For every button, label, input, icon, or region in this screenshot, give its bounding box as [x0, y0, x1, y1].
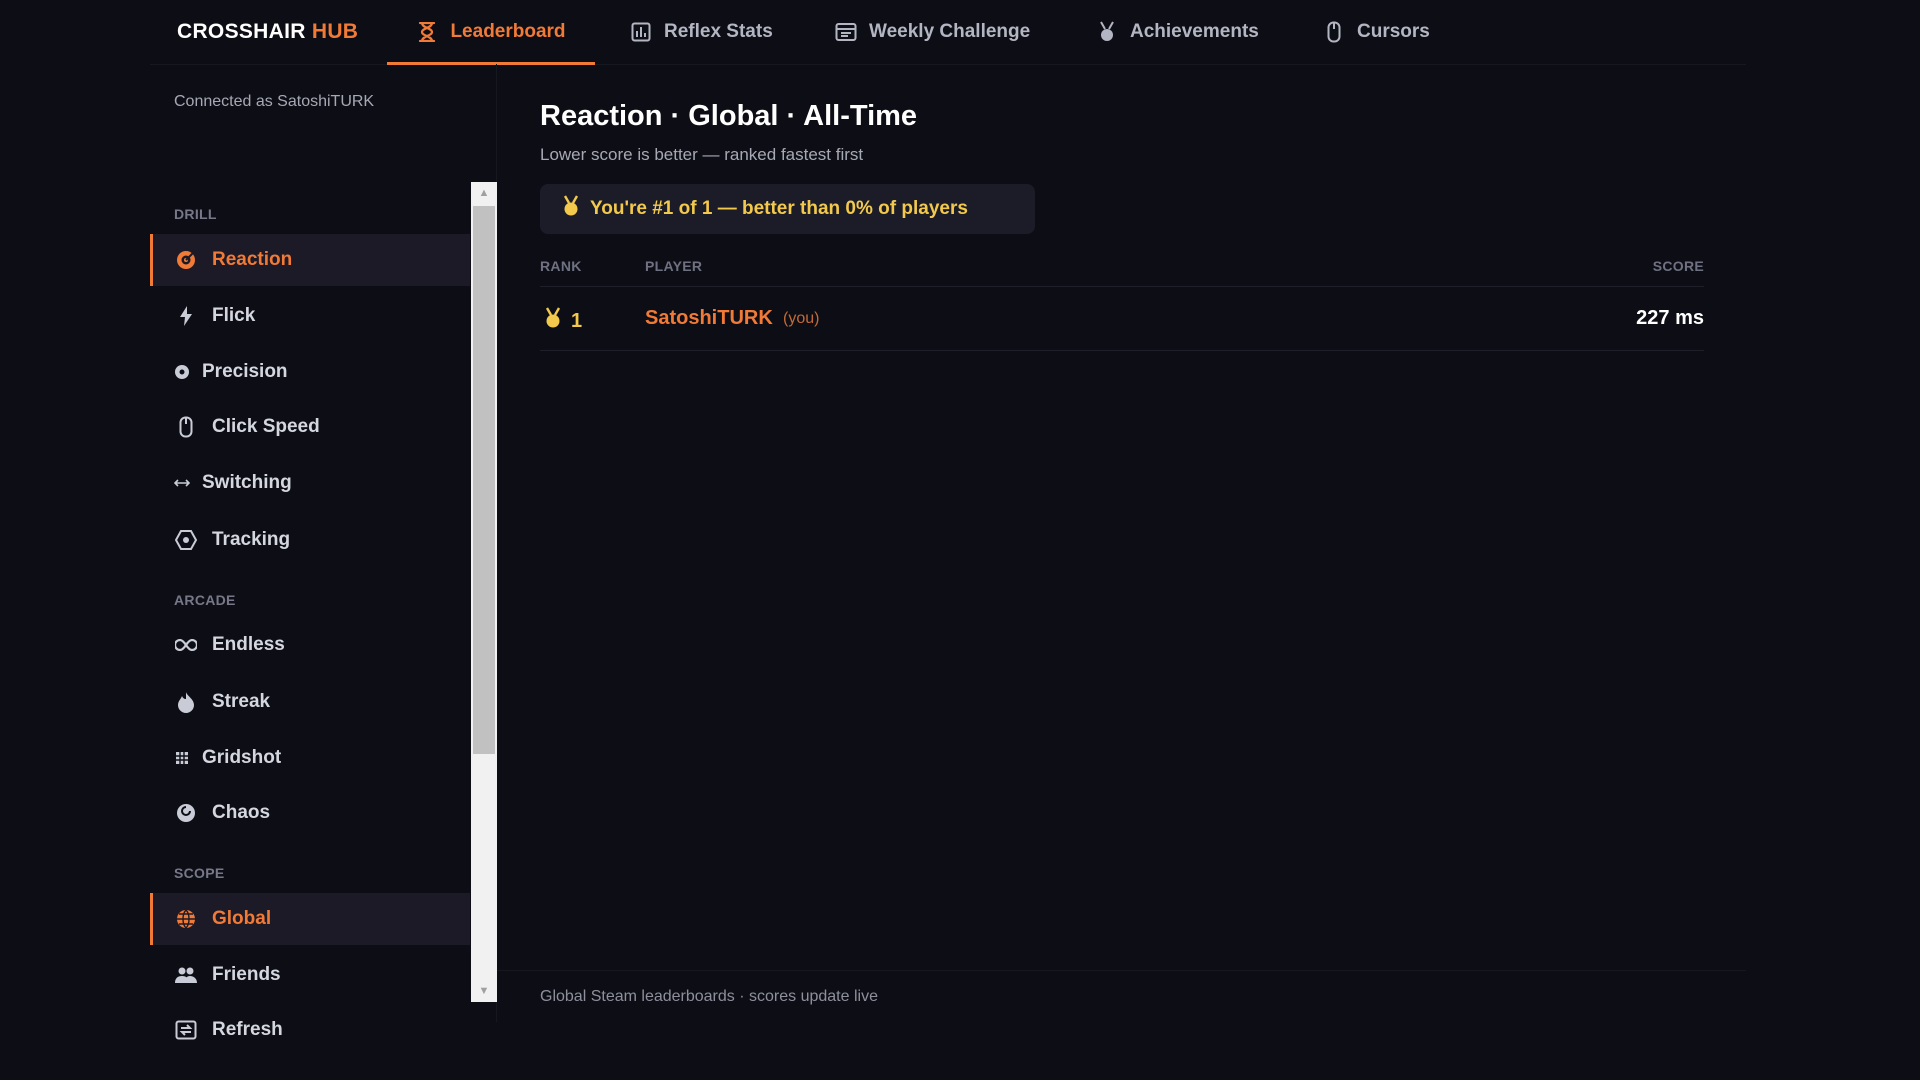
medal-icon [562, 195, 580, 223]
sidebar-item-label: Flick [212, 305, 256, 326]
main-panel: Reaction · Global · All-Time Lower score… [497, 64, 1746, 1022]
tab-label: Leaderboard [450, 21, 566, 42]
sidebar-item-tracking[interactable]: Tracking [150, 514, 470, 566]
connected-status: Connected as SatoshiTURK [174, 93, 375, 110]
player-name[interactable]: SatoshiTURK [645, 307, 773, 330]
sidebar-item-label: Endless [212, 634, 285, 655]
sidebar-item-endless[interactable]: Endless [150, 619, 470, 671]
page-subtitle: Lower score is better — ranked fastest f… [540, 145, 864, 164]
brand-suffix: HUB [311, 20, 359, 43]
sidebar-item-label: Friends [212, 964, 281, 985]
grid-icon [174, 746, 190, 770]
medal-icon [1096, 21, 1118, 43]
tab-label: Cursors [1357, 21, 1430, 42]
sidebar-item-streak[interactable]: Streak [150, 676, 470, 728]
sidebar-item-precision[interactable]: Precision [150, 346, 470, 398]
tab-label: Reflex Stats [664, 21, 773, 42]
sidebar-item-reaction[interactable]: Reaction [150, 234, 470, 286]
sidebar: Connected as SatoshiTURK DRILL Reaction … [150, 64, 497, 1040]
sidebar-item-label: Tracking [212, 529, 291, 550]
section-label-scope: SCOPE [174, 865, 225, 881]
sidebar-item-label: Reaction [212, 249, 293, 270]
tab-reflex-stats[interactable]: Reflex Stats [630, 0, 773, 64]
page-title: Reaction · Global · All-Time [540, 100, 918, 132]
crosshair-icon [174, 360, 190, 384]
tab-label: Weekly Challenge [869, 21, 1031, 42]
sidebar-scroll-area: DRILL Reaction Flick Precision Click Spe… [150, 182, 470, 1002]
target-icon [174, 248, 198, 272]
sidebar-item-friends[interactable]: Friends [150, 949, 470, 1001]
score-value: 227 ms [1636, 307, 1704, 329]
globe-icon [174, 907, 198, 931]
you-tag: (you) [783, 310, 820, 327]
sidebar-item-label: Switching [202, 472, 292, 493]
sidebar-item-label: Gridshot [202, 747, 282, 768]
column-header-player: PLAYER [645, 258, 703, 274]
footer-note: Global Steam leaderboards · scores updat… [540, 988, 878, 1005]
arrows-horizontal-icon [174, 471, 190, 495]
top-nav: CROSSHAIR HUB Leaderboard Reflex Stats W… [150, 0, 1746, 65]
tab-leaderboard[interactable]: Leaderboard [387, 0, 595, 65]
mouse-icon [1323, 21, 1345, 43]
sidebar-scrollbar[interactable]: ▲ ▼ [471, 182, 497, 1002]
hourglass-icon [416, 21, 438, 43]
sidebar-item-label: Global [212, 908, 272, 929]
sidebar-item-label: Precision [202, 361, 288, 382]
scrollbar-thumb[interactable] [473, 206, 495, 754]
table-header: RANK PLAYER SCORE [540, 256, 1704, 287]
lightning-icon [174, 304, 198, 328]
tracking-icon [174, 528, 198, 552]
chart-icon [630, 21, 652, 43]
scroll-up-icon[interactable]: ▲ [471, 182, 497, 204]
refresh-label: Refresh [212, 1019, 283, 1040]
scroll-down-icon[interactable]: ▼ [471, 980, 497, 1002]
refresh-icon [174, 1018, 198, 1042]
friends-icon [174, 963, 198, 987]
calendar-icon [835, 21, 857, 43]
sidebar-item-label: Click Speed [212, 416, 320, 437]
app-window: CROSSHAIR HUB Leaderboard Reflex Stats W… [150, 0, 1746, 1040]
section-label-drill: DRILL [174, 206, 217, 222]
sidebar-item-switching[interactable]: Switching [150, 457, 470, 509]
sidebar-item-flick[interactable]: Flick [150, 290, 470, 342]
sidebar-item-click-speed[interactable]: Click Speed [150, 401, 470, 453]
tab-weekly-challenge[interactable]: Weekly Challenge [835, 0, 1030, 64]
rank-value: 1 [571, 309, 583, 332]
rank-cell: 1 [544, 307, 582, 335]
sidebar-item-global[interactable]: Global [150, 893, 470, 945]
brand-logo: CROSSHAIR HUB [177, 20, 358, 44]
rank-banner-text: You're #1 of 1 — better than 0% of playe… [590, 198, 968, 219]
mouse-icon [174, 415, 198, 439]
sidebar-item-gridshot[interactable]: Gridshot [150, 732, 470, 784]
sidebar-item-label: Streak [212, 691, 271, 712]
section-label-arcade: ARCADE [174, 592, 236, 608]
tab-cursors[interactable]: Cursors [1323, 0, 1430, 64]
column-header-rank: RANK [540, 258, 582, 274]
table-row[interactable]: 1 SatoshiTURK (you) 227 ms [540, 287, 1704, 351]
column-header-score: SCORE [1652, 258, 1704, 274]
rank-banner: You're #1 of 1 — better than 0% of playe… [540, 184, 1035, 234]
sidebar-item-label: Chaos [212, 802, 271, 823]
infinity-icon [174, 633, 198, 657]
tab-achievements[interactable]: Achievements [1096, 0, 1259, 64]
sidebar-item-chaos[interactable]: Chaos [150, 787, 470, 839]
tab-label: Achievements [1130, 21, 1259, 42]
flame-icon [174, 690, 198, 714]
swirl-icon [174, 801, 198, 825]
medal-icon [544, 307, 562, 335]
refresh-button[interactable]: Refresh [150, 1004, 470, 1056]
footer-divider [497, 970, 1746, 971]
brand-name: CROSSHAIR [177, 20, 306, 43]
